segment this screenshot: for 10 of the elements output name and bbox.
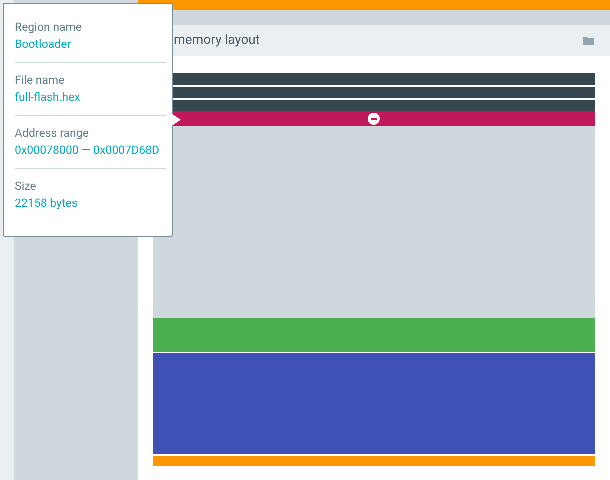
- field-label: File name: [15, 72, 66, 89]
- field-label: Size: [15, 178, 38, 195]
- field-label: Region name: [15, 19, 83, 36]
- field-value: 0x00078000 — 0x0007D68D: [15, 142, 160, 159]
- field-value: 22158 bytes: [15, 195, 78, 212]
- remove-icon[interactable]: [368, 112, 380, 124]
- header-title: memory layout: [174, 32, 260, 50]
- field-label: Address range: [15, 125, 90, 142]
- field-value: Bootloader: [15, 36, 72, 53]
- field-value: full-flash.hex: [15, 89, 80, 106]
